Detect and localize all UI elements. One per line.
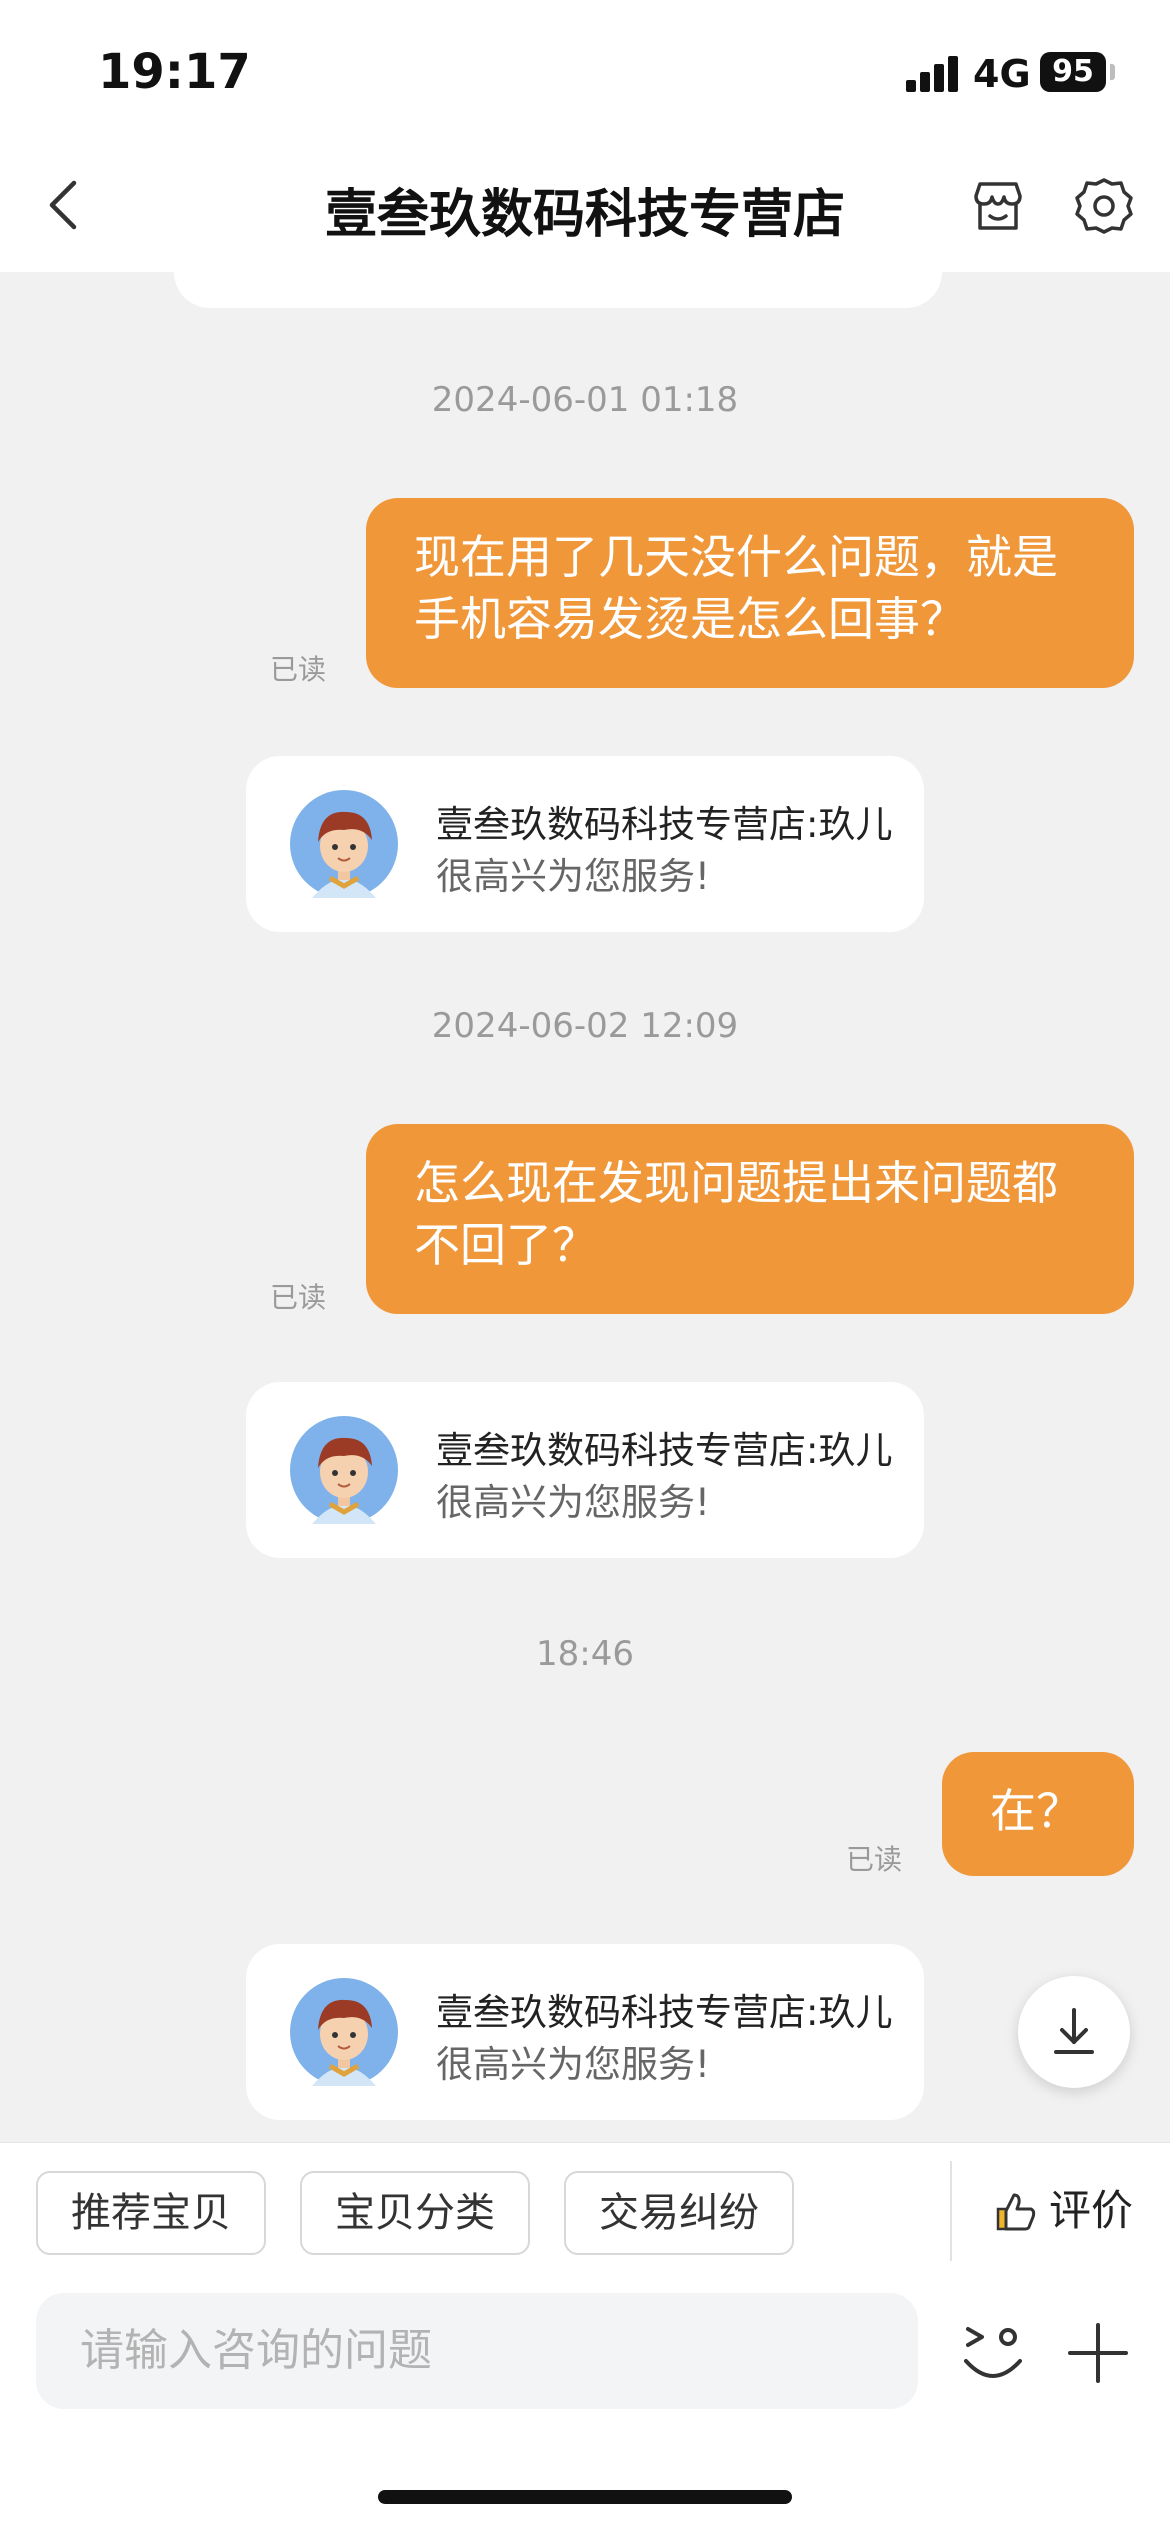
battery-icon: 95 — [1040, 52, 1106, 92]
auto-reply-card[interactable]: 壹叁玖数码科技专营店:玖儿 很高兴为您服务! — [246, 1382, 924, 1558]
read-status: 已读 — [270, 1281, 327, 1314]
scroll-down-icon — [1054, 2008, 1094, 2054]
avatar — [290, 1978, 398, 2086]
agent-name: 壹叁玖数码科技专营店:玖儿 — [436, 1429, 893, 1472]
timestamp: 2024-06-01 01:18 — [431, 380, 739, 420]
previous-card — [174, 272, 942, 308]
read-status: 已读 — [270, 653, 327, 686]
rate-label: 评价 — [1049, 2186, 1134, 2235]
network-label: 4G — [973, 52, 1031, 96]
bottom-bar: 推荐宝贝 宝贝分类 交易纠纷 评价 — [0, 2142, 1170, 2533]
top-bar: 19:17 4G 95 壹叁玖数码科技专营店 — [0, 0, 1170, 272]
category-button[interactable]: 宝贝分类 — [300, 2171, 530, 2255]
message-input[interactable] — [36, 2293, 918, 2409]
dispute-button[interactable]: 交易纠纷 — [564, 2171, 794, 2255]
plus-icon[interactable] — [1066, 2321, 1130, 2385]
agent-name: 壹叁玖数码科技专营店:玖儿 — [436, 803, 893, 846]
agent-name: 壹叁玖数码科技专营店:玖儿 — [436, 1991, 893, 2034]
battery-tip — [1110, 64, 1115, 80]
avatar — [290, 1416, 398, 1524]
timestamp: 18:46 — [536, 1634, 634, 1674]
recommend-button[interactable]: 推荐宝贝 — [36, 2171, 266, 2255]
store-icon[interactable] — [970, 178, 1026, 234]
auto-reply-text: 很高兴为您服务! — [436, 1481, 710, 1524]
scroll-to-bottom-button[interactable] — [1018, 1976, 1130, 2088]
signal-icon — [906, 56, 960, 92]
auto-reply-text: 很高兴为您服务! — [436, 855, 710, 898]
message-bubble[interactable]: 现在用了几天没什么问题，就是手机容易发烫是怎么回事？ — [366, 498, 1134, 688]
read-status: 已读 — [846, 1843, 903, 1876]
auto-reply-card[interactable]: 壹叁玖数码科技专营店:玖儿 很高兴为您服务! — [246, 1944, 924, 2120]
emoji-icon[interactable] — [958, 2319, 1028, 2389]
home-indicator — [378, 2490, 792, 2504]
auto-reply-card[interactable]: 壹叁玖数码科技专营店:玖儿 很高兴为您服务! — [246, 756, 924, 932]
thumbs-up-icon — [996, 2193, 1036, 2231]
chat-area[interactable]: 2024-06-01 01:18 现在用了几天没什么问题，就是手机容易发烫是怎么… — [0, 272, 1170, 2142]
avatar — [290, 790, 398, 898]
message-bubble[interactable]: 怎么现在发现问题提出来问题都不回了？ — [366, 1124, 1134, 1314]
message-bubble[interactable]: 在？ — [942, 1752, 1134, 1876]
timestamp: 2024-06-02 12:09 — [431, 1006, 739, 1046]
auto-reply-text: 很高兴为您服务! — [436, 2043, 710, 2086]
gear-icon[interactable] — [1074, 176, 1134, 236]
divider — [950, 2161, 952, 2261]
status-time: 19:17 — [98, 44, 251, 100]
